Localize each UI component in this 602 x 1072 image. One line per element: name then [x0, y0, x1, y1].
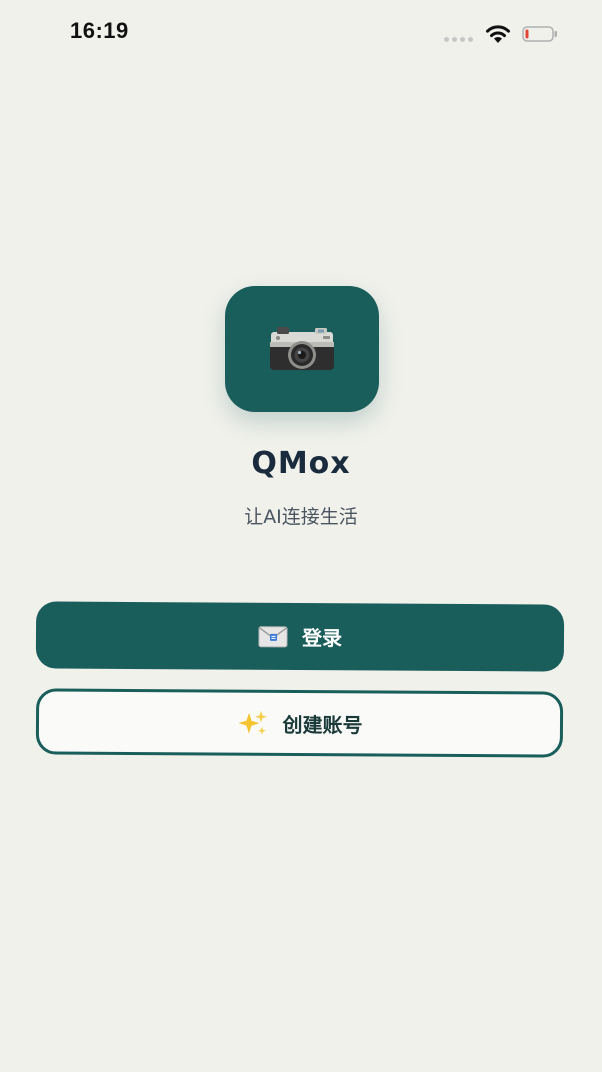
- wifi-icon: [485, 24, 511, 44]
- app-tagline: 让AI连接生活: [244, 506, 358, 528]
- camera-icon: [267, 324, 337, 374]
- create-account-button[interactable]: 创建账号: [35, 688, 564, 758]
- status-time: 16:19: [70, 18, 129, 43]
- app-logo: [225, 286, 379, 412]
- login-button-label: 登录: [301, 626, 343, 651]
- login-button[interactable]: 登录: [35, 601, 565, 672]
- battery-low-icon: [522, 26, 558, 42]
- sparkles-icon: [236, 709, 268, 737]
- status-bar: 16:19: [0, 0, 602, 64]
- app-name: QMox: [251, 446, 351, 481]
- signal-dots-icon: [444, 37, 476, 43]
- create-account-button-label: 创建账号: [282, 712, 363, 737]
- envelope-icon: [258, 625, 288, 647]
